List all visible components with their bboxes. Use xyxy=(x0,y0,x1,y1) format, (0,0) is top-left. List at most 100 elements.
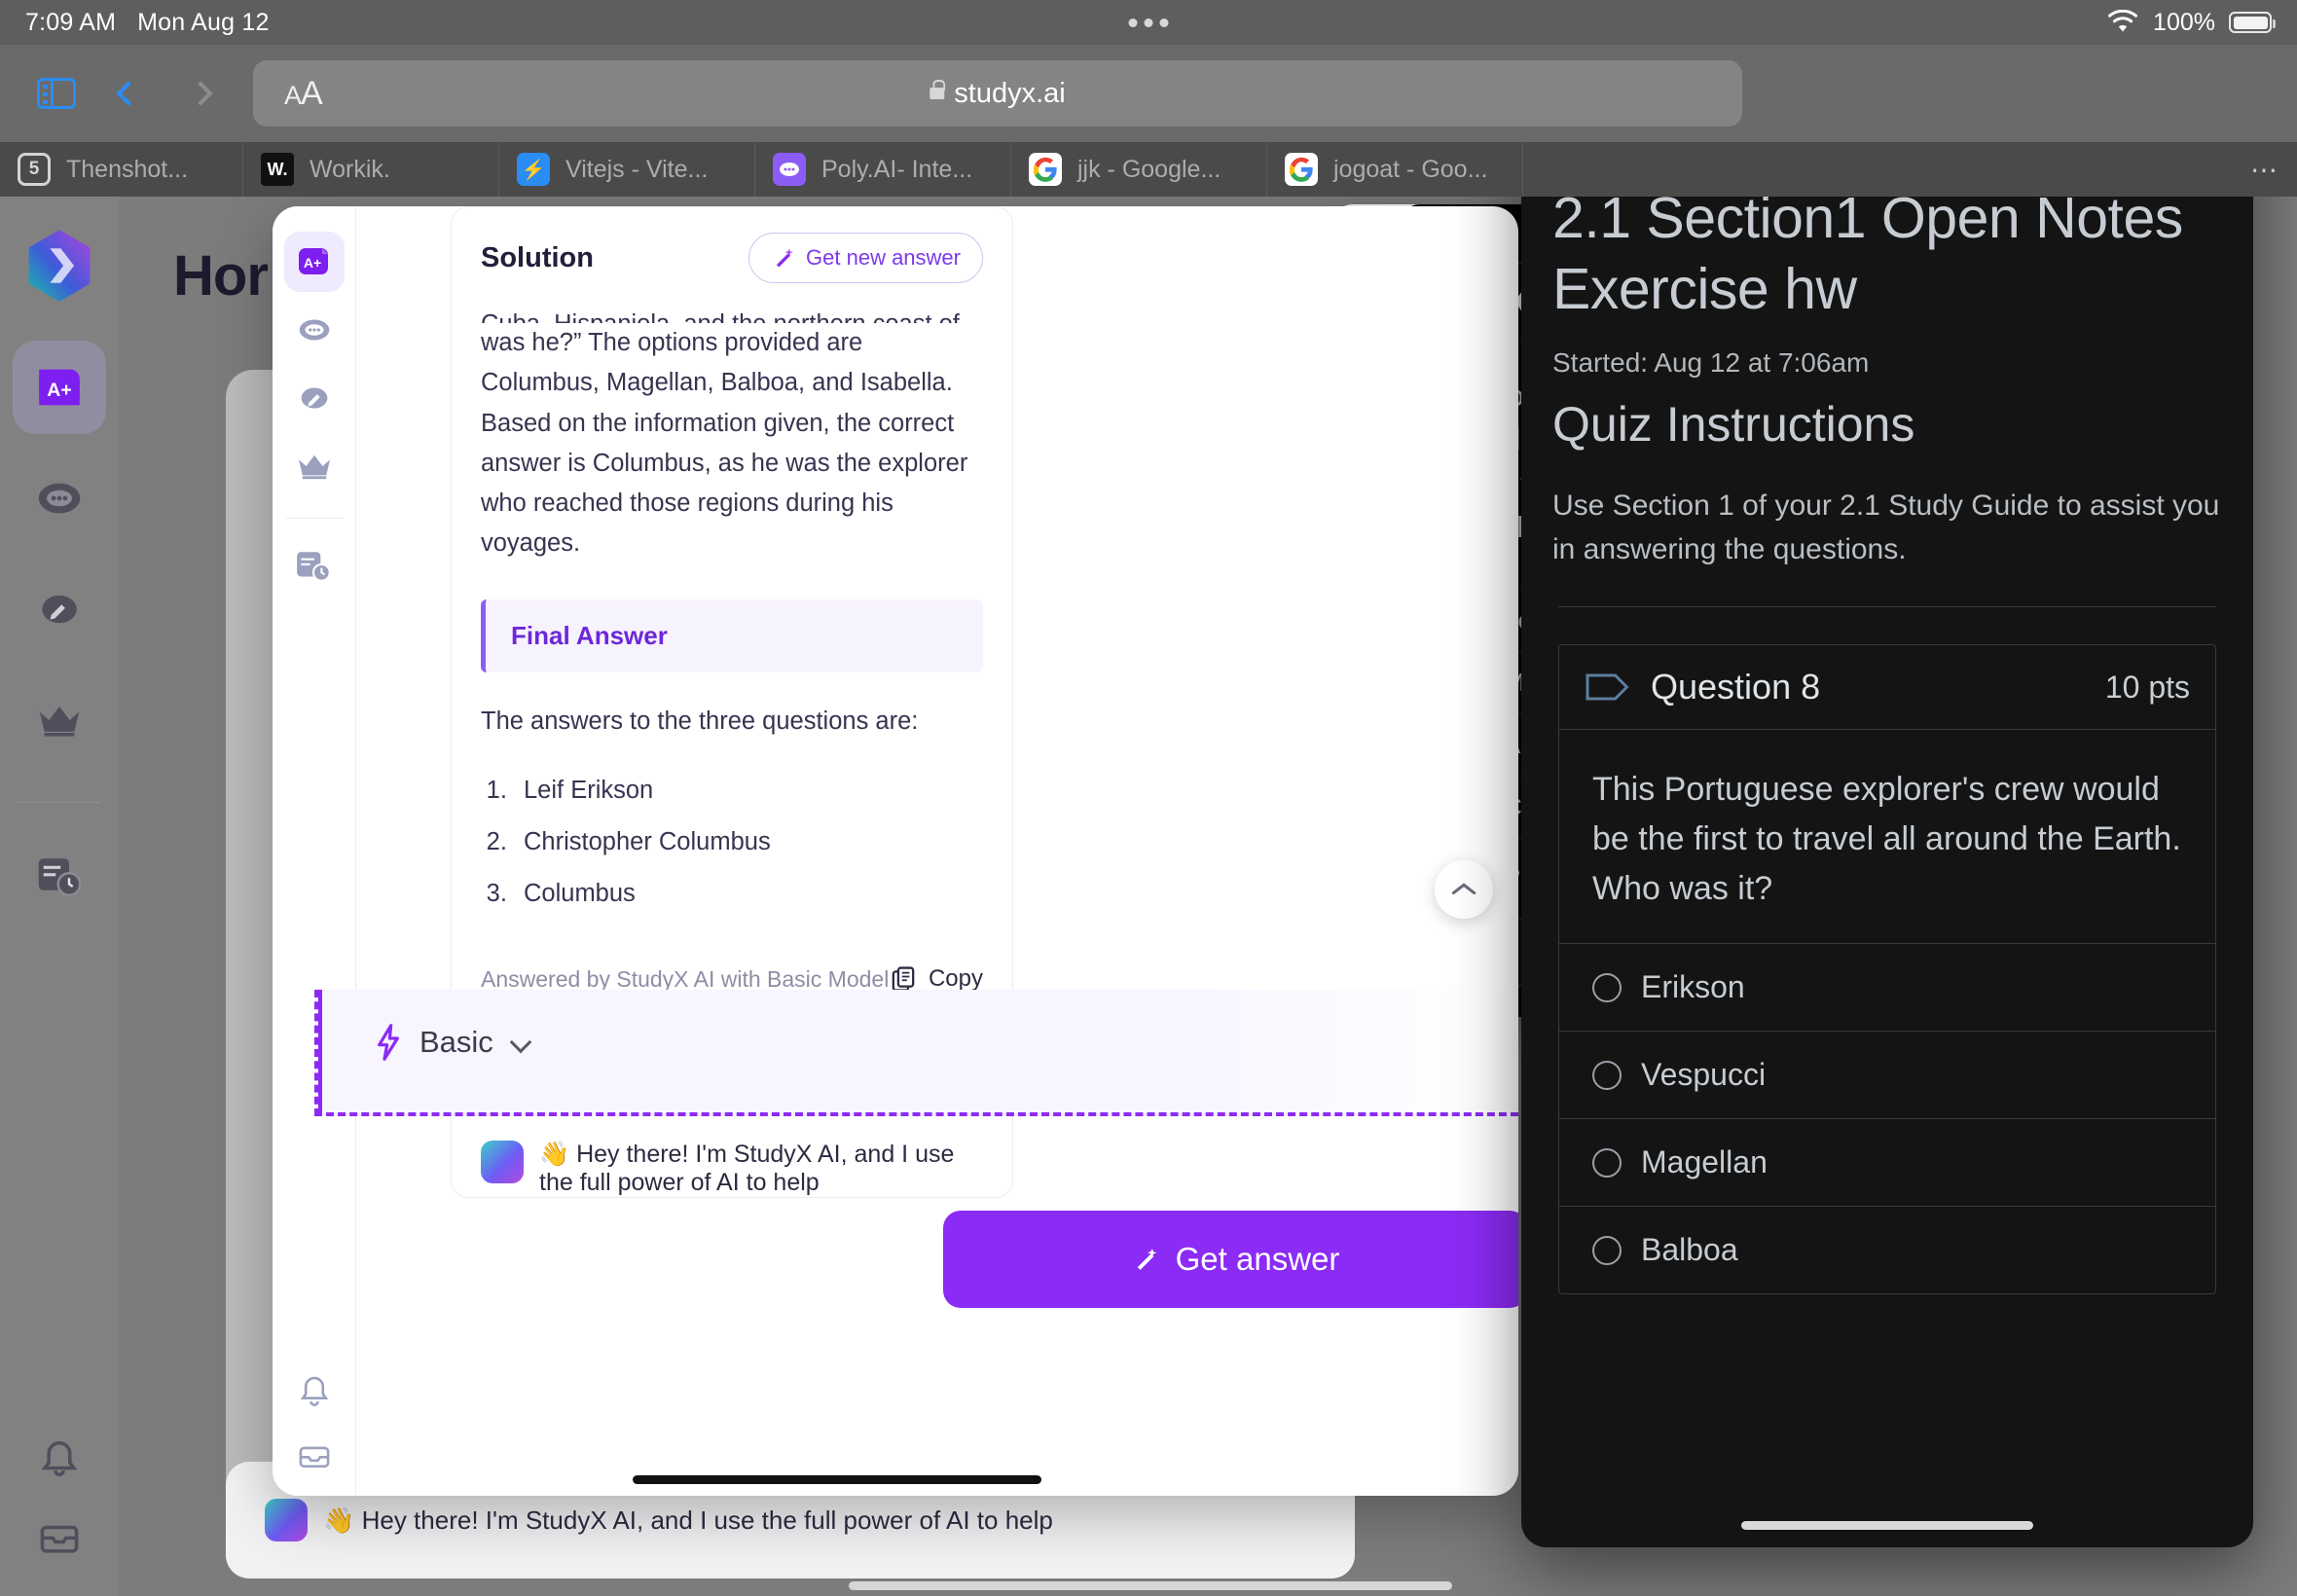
studyx-left-rail: A+ xyxy=(0,197,119,1596)
date: Mon Aug 12 xyxy=(137,8,270,36)
answer-option-magellan[interactable]: Magellan xyxy=(1559,1118,2215,1206)
question-text: This Portuguese explorer's crew would be… xyxy=(1592,771,2181,908)
sidebar-item-homework-help[interactable]: A+ xyxy=(13,341,106,434)
page-scrollbar[interactable] xyxy=(849,1581,1452,1590)
sidebar-item-history[interactable] xyxy=(13,830,106,924)
divider xyxy=(285,518,343,519)
option-label: Erikson xyxy=(1641,969,1745,1005)
workik-icon: W. xyxy=(261,153,294,186)
composer-area: Basic xyxy=(314,990,1518,1116)
list-item: Leif Erikson xyxy=(514,771,983,811)
page-title: Hor xyxy=(173,244,269,308)
tab-title: Vitejs - Vite... xyxy=(565,155,709,183)
tab-jogoat-google[interactable]: jogoat - Goo... xyxy=(1267,142,1523,197)
status-bar-left: 7:09 AM Mon Aug 12 xyxy=(25,9,270,37)
wifi-icon xyxy=(2106,10,2139,35)
inbox-icon[interactable] xyxy=(37,1516,82,1557)
question-card: Question 8 10 pts This Portuguese explor… xyxy=(1558,644,2216,1295)
tab-polyai[interactable]: Poly.AI- Inte... xyxy=(755,142,1011,197)
model-selector-label[interactable]: Basic xyxy=(419,1025,493,1060)
lightning-bolt-icon xyxy=(373,1023,404,1062)
solution-heading: Solution xyxy=(481,241,594,273)
browser-toolbar: AA studyx.ai xyxy=(0,45,2297,142)
final-answer-label: Final Answer xyxy=(481,598,983,672)
avatar xyxy=(265,1499,308,1542)
window-item-homework-help[interactable]: A+ xyxy=(283,232,345,292)
divider xyxy=(18,802,100,803)
get-new-answer-button[interactable]: Get new answer xyxy=(748,233,983,283)
address-bar[interactable]: AA studyx.ai xyxy=(253,60,1742,127)
list-item: Christopher Columbus xyxy=(514,822,983,862)
rail-bottom-group xyxy=(37,1436,82,1596)
window-drag-handle[interactable] xyxy=(633,1475,1041,1484)
sidebar-item-upgrade-premium[interactable] xyxy=(13,673,106,767)
magic-wand-icon xyxy=(1131,1245,1160,1274)
get-answer-label: Get answer xyxy=(1175,1241,1340,1277)
polyai-icon xyxy=(773,153,806,186)
inbox-icon[interactable] xyxy=(295,1437,334,1472)
vite-lightning-icon: ⚡ xyxy=(517,153,550,186)
sidebar-item-writing-tool[interactable] xyxy=(13,562,106,656)
answered-by-label: Answered by StudyX AI with Basic Model xyxy=(481,965,890,992)
sidebar-toggle-icon[interactable] xyxy=(25,62,88,125)
home-indicator[interactable] xyxy=(1741,1521,2033,1530)
svg-text:A+: A+ xyxy=(303,255,320,271)
flag-pennant-icon xyxy=(1585,671,1631,704)
quiz-started-time: Started: Aug 12 at 7:06am xyxy=(1552,347,1870,379)
radio-icon[interactable] xyxy=(1592,1147,1622,1178)
solution-body: Cuba, Hispaniola, and the northern coast… xyxy=(452,305,1012,564)
studyx-window: A+ Solution Get new answer was he?” The … xyxy=(273,206,1518,1496)
studyx-logo-icon[interactable] xyxy=(19,226,99,306)
answer-option-erikson[interactable]: Erikson xyxy=(1559,943,2215,1031)
studyx-window-rail: A+ xyxy=(273,206,356,1496)
chevron-left-icon[interactable] xyxy=(97,62,160,125)
option-label: Magellan xyxy=(1641,1144,1768,1180)
bell-icon[interactable] xyxy=(295,1371,334,1410)
answer-option-balboa[interactable]: Balboa xyxy=(1559,1206,2215,1293)
url-text: studyx.ai xyxy=(954,77,1066,109)
solution-paragraph: was he?” The options provided are Columb… xyxy=(481,329,968,558)
tab-thenshot[interactable]: 5 Thenshot... xyxy=(0,142,243,197)
quiz-title: 2.1 Section1 Open Notes Exercise hw xyxy=(1552,186,2183,321)
option-label: Balboa xyxy=(1641,1232,1738,1268)
overlay-body: 2.1 Section1 Open Notes Exercise hw Star… xyxy=(1521,183,2253,1295)
answer-option-vespucci[interactable]: Vespucci xyxy=(1559,1031,2215,1118)
question-card-header: Question 8 10 pts xyxy=(1559,645,2215,731)
solution-header: Solution Get new answer xyxy=(452,207,1012,305)
sidebar-item-ai-chat[interactable] xyxy=(13,452,106,545)
clock: 7:09 AM xyxy=(25,8,117,36)
scroll-up-fab[interactable] xyxy=(1435,860,1493,919)
radio-icon[interactable] xyxy=(1592,972,1622,1002)
window-item-ai-chat[interactable] xyxy=(284,300,345,360)
tab-workik[interactable]: W. Workik. xyxy=(243,142,499,197)
take-quiz-overlay: Take Quiz Exit 2.1 Section1 Open Notes E… xyxy=(1521,41,2253,1547)
ellipsis-icon[interactable]: ⋯ xyxy=(2233,142,2297,197)
question-points: 10 pts xyxy=(2104,669,2190,705)
radio-icon[interactable] xyxy=(1592,1060,1622,1090)
tab-vitejs[interactable]: ⚡ Vitejs - Vite... xyxy=(499,142,755,197)
bell-icon[interactable] xyxy=(37,1436,82,1481)
list-item: Columbus xyxy=(514,874,983,914)
window-item-upgrade-premium[interactable] xyxy=(284,436,345,496)
multitask-handle[interactable] xyxy=(1128,18,1169,27)
studyx-window-body: Solution Get new answer Cuba, Hispaniola… xyxy=(314,206,1518,1496)
magic-wand-icon xyxy=(771,245,796,271)
google-icon xyxy=(1285,153,1318,186)
chevron-down-icon[interactable] xyxy=(509,1031,532,1054)
chevron-right-icon[interactable] xyxy=(169,62,232,125)
lock-icon xyxy=(930,80,946,99)
reader-size-icon[interactable]: AA xyxy=(284,75,323,113)
window-item-writing-tool[interactable] xyxy=(284,368,345,428)
screen: 7:09 AM Mon Aug 12 100% AA studyx.ai 5 T… xyxy=(0,0,2297,1596)
quiz-instructions-heading: Quiz Instructions xyxy=(1552,397,1915,453)
url-text-group: studyx.ai xyxy=(930,77,1066,110)
divider xyxy=(1558,606,2216,608)
svg-text:A+: A+ xyxy=(47,380,71,401)
window-item-history[interactable] xyxy=(284,536,345,597)
get-answer-button[interactable]: Get answer xyxy=(943,1211,1518,1308)
option-label: Vespucci xyxy=(1641,1057,1767,1093)
final-answer-list: Leif Erikson Christopher Columbus Columb… xyxy=(481,771,983,913)
radio-icon[interactable] xyxy=(1592,1235,1622,1265)
tab-jjk-google[interactable]: jjk - Google... xyxy=(1011,142,1267,197)
tab-title: jjk - Google... xyxy=(1077,155,1221,183)
